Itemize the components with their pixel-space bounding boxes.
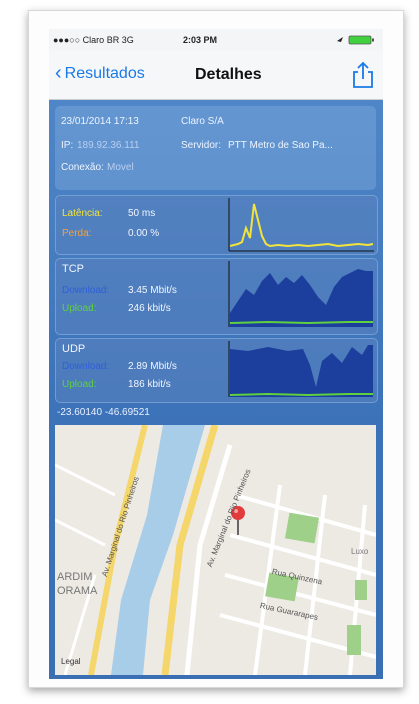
share-icon[interactable] [350,61,376,89]
ip-value: 189.92.36.111 [77,140,140,151]
latency-label: Latência: [62,208,103,219]
tcp-title: TCP [62,263,84,275]
phone-screen: ●●●○○ Claro BR 3G 2:03 PM ‹ Resultados De… [49,29,383,679]
location-map[interactable]: Av. Marginal do Rio Pinheiros Av. Margin… [55,425,376,675]
udp-title: UDP [62,343,86,355]
latency-value: 50 ms [128,208,156,219]
battery-icon [337,35,374,45]
connection-label: Conexão: [61,162,104,173]
tcp-graph [228,261,373,327]
status-bar: ●●●○○ Claro BR 3G 2:03 PM [49,29,383,51]
gps-coordinates: -23.60140 -46.69521 [57,407,150,418]
ip-label: IP: [61,140,74,151]
carrier-label: ●●●○○ Claro BR 3G [53,35,134,45]
datetime: 23/01/2014 17:13 [61,116,139,127]
map-poi-label: Luxo [351,547,369,556]
tcp-upload-label: Upload: [62,303,97,314]
connection-info-card: 23/01/2014 17:13 Claro S/A IP: 189.92.36… [55,106,376,190]
navigation-bar: ‹ Resultados Detalhes [49,51,383,100]
clock: 2:03 PM [183,35,218,45]
loss-value: 0.00 % [128,228,160,239]
tcp-download-value: 3.45 Mbit/s [128,285,177,296]
tcp-upload-value: 246 kbit/s [128,303,171,314]
area-label-1: ARDIM [57,571,93,583]
chevron-left-icon: ‹ [55,62,62,84]
loss-label: Perda: [62,228,92,239]
details-panel: 23/01/2014 17:13 Claro S/A IP: 189.92.36… [49,100,383,679]
latency-graph [228,198,374,252]
tcp-card[interactable]: TCP Download: 3.45 Mbit/s Upload: 246 kb… [55,258,378,335]
udp-upload-label: Upload: [62,379,97,390]
back-label: Resultados [64,65,145,82]
photo-frame: ●●●○○ Claro BR 3G 2:03 PM ‹ Resultados De… [28,10,404,688]
udp-upload-value: 186 kbit/s [128,379,171,390]
server-value: PTT Metro de Sao Pa... [228,140,333,151]
area-label-2: ORAMA [57,585,98,597]
udp-graph [228,341,373,397]
udp-download-value: 2.89 Mbit/s [128,361,177,372]
back-button[interactable]: ‹ Resultados [55,62,145,84]
udp-download-label: Download: [62,361,110,372]
map-legal-label[interactable]: Legal [61,657,81,666]
latency-card[interactable]: Latência: 50 ms Perda: 0.00 % [55,195,378,255]
udp-card[interactable]: UDP Download: 2.89 Mbit/s Upload: 186 kb… [55,338,378,403]
connection-value: Movel [107,162,134,173]
page-title: Detalhes [195,66,262,83]
provider: Claro S/A [181,116,224,127]
server-label: Servidor: [181,140,222,151]
tcp-download-label: Download: [62,285,110,296]
